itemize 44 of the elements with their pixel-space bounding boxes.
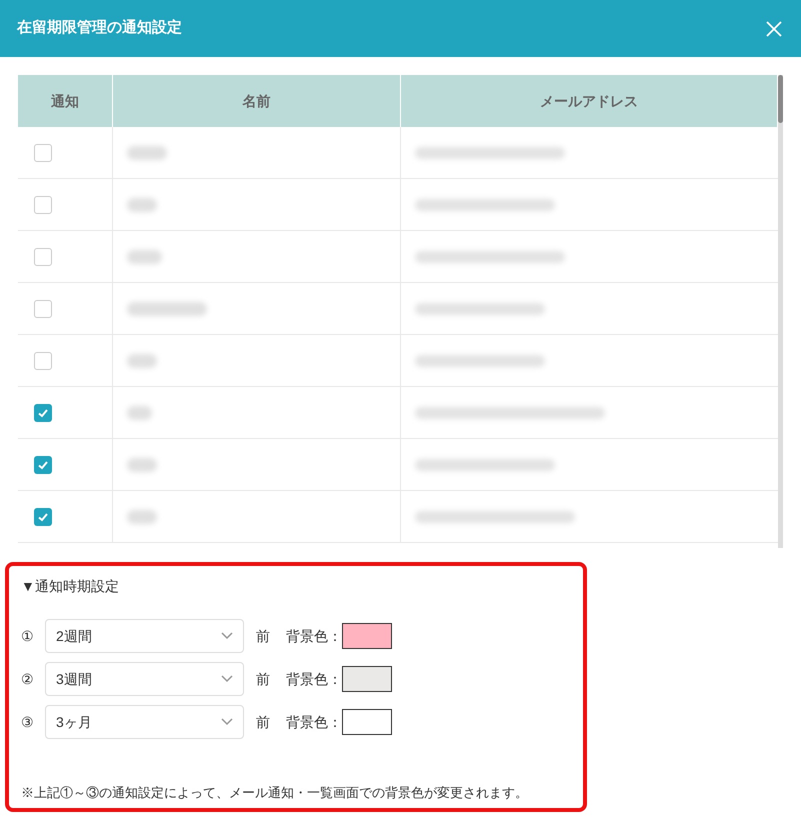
section-heading: ▼通知時期設定 bbox=[21, 577, 120, 596]
checkbox[interactable] bbox=[34, 248, 52, 266]
checkbox[interactable] bbox=[34, 404, 52, 422]
color-label: 背景色： bbox=[286, 670, 342, 688]
item-number: ② bbox=[21, 670, 35, 688]
blurred-name bbox=[127, 198, 157, 212]
color-swatch[interactable] bbox=[342, 623, 392, 649]
color-swatch[interactable] bbox=[342, 666, 392, 692]
dropdown[interactable]: 2週間 bbox=[45, 619, 244, 653]
checkbox[interactable] bbox=[34, 456, 52, 474]
close-icon bbox=[766, 20, 782, 36]
color-label: 背景色： bbox=[286, 626, 342, 646]
before-label: 前 bbox=[256, 626, 270, 646]
blurred-name bbox=[127, 250, 162, 264]
close-button[interactable] bbox=[764, 18, 784, 38]
item-number: ③ bbox=[21, 712, 35, 732]
color-swatch[interactable] bbox=[342, 709, 392, 735]
check-icon bbox=[37, 458, 49, 470]
checkbox[interactable] bbox=[34, 196, 52, 214]
checkbox[interactable] bbox=[34, 508, 52, 526]
chevron-down-icon bbox=[221, 632, 233, 640]
dropdown[interactable]: 3ヶ月 bbox=[45, 705, 244, 739]
note-text: ※上記①～③の通知設定によって、メール通知・一覧画面での背景色が変更されます。 bbox=[21, 784, 529, 802]
dialog-title: 在留期限管理の通知設定 bbox=[17, 18, 182, 38]
blurred-name bbox=[127, 458, 157, 472]
before-label: 前 bbox=[256, 712, 270, 732]
chevron-down-icon bbox=[221, 675, 233, 683]
scrollbar[interactable] bbox=[778, 75, 783, 548]
checkbox[interactable] bbox=[34, 300, 52, 318]
column-header: 通知 bbox=[18, 75, 113, 127]
dropdown[interactable]: 3週間 bbox=[45, 662, 244, 696]
color-label: 背景色： bbox=[286, 712, 342, 732]
chevron-down-icon bbox=[221, 718, 233, 726]
blurred-name bbox=[127, 510, 157, 524]
checkbox[interactable] bbox=[34, 144, 52, 162]
check-icon bbox=[37, 510, 49, 522]
blurred-name bbox=[127, 406, 152, 420]
before-label: 前 bbox=[256, 670, 270, 688]
column-header: 名前 bbox=[113, 75, 401, 127]
checkbox[interactable] bbox=[34, 352, 52, 370]
item-number: ① bbox=[21, 626, 35, 646]
check-icon bbox=[37, 406, 49, 418]
blurred-name bbox=[127, 354, 157, 368]
blurred-name bbox=[127, 146, 167, 160]
